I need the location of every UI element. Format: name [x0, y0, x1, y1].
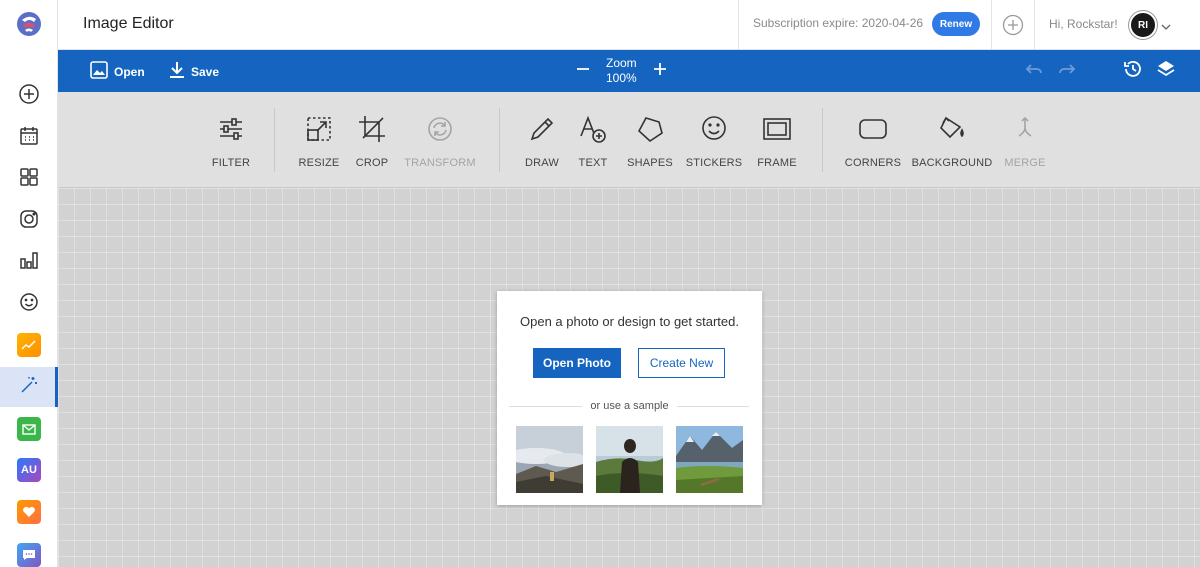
- tools-divider: [822, 108, 823, 172]
- polygon-icon: [637, 117, 663, 143]
- plus-icon: [653, 62, 667, 81]
- chat-icon: [17, 543, 41, 567]
- sidebar-item-create[interactable]: [0, 76, 58, 116]
- sidebar-item-grid[interactable]: [0, 159, 58, 199]
- sidebar-item-calendar[interactable]: [0, 118, 58, 158]
- plus-circle-icon: [18, 83, 40, 110]
- instagram-icon: [18, 208, 40, 235]
- undo-button[interactable]: [1024, 61, 1044, 81]
- redo-icon: [1058, 62, 1076, 81]
- sample-image-2[interactable]: [596, 426, 663, 493]
- open-photo-button[interactable]: Open Photo: [533, 348, 621, 378]
- sidebar-item-analytics[interactable]: [0, 242, 58, 282]
- zoom-indicator: Zoom 100%: [606, 56, 637, 86]
- start-message: Open a photo or design to get started.: [520, 314, 739, 329]
- tool-filter[interactable]: FILTER: [191, 114, 271, 169]
- sidebar-item-trends[interactable]: [0, 325, 58, 365]
- tool-frame[interactable]: FRAME: [737, 114, 817, 169]
- calendar-icon: [18, 125, 40, 152]
- save-button[interactable]: Save: [169, 61, 219, 82]
- sidebar-item-chat[interactable]: [0, 535, 58, 567]
- crop-icon: [359, 116, 385, 142]
- header-divider: [1034, 0, 1035, 50]
- grid-icon: [18, 166, 40, 193]
- add-circle-icon[interactable]: [1002, 14, 1024, 41]
- sidebar-item-instagram[interactable]: [0, 201, 58, 241]
- text-add-icon: [580, 115, 606, 143]
- minus-icon: [576, 62, 590, 81]
- frame-icon: [763, 118, 791, 140]
- tools-divider: [499, 108, 500, 172]
- tool-background[interactable]: BACKGROUND: [912, 114, 992, 169]
- resize-icon: [307, 117, 331, 141]
- paint-bucket-icon: [940, 116, 964, 139]
- history-icon: [1123, 59, 1143, 84]
- rounded-rect-icon: [859, 119, 887, 139]
- page-title: Image Editor: [83, 15, 174, 32]
- subscription-expiry-text: Subscription expire: 2020-04-26: [753, 16, 924, 30]
- header-divider: [991, 0, 992, 50]
- layers-button[interactable]: [1156, 59, 1176, 84]
- heart-icon: [17, 500, 41, 524]
- smiley-icon: [18, 291, 40, 318]
- renew-button[interactable]: Renew: [932, 12, 980, 36]
- mail-icon: [17, 417, 41, 441]
- magic-wand-icon: [18, 374, 40, 401]
- tool-transform[interactable]: TRANSFORM: [400, 114, 480, 169]
- tool-merge[interactable]: MERGE: [985, 114, 1065, 169]
- create-new-button[interactable]: Create New: [638, 348, 725, 378]
- au-badge-icon: AU: [17, 458, 41, 482]
- divider: [677, 406, 749, 407]
- app-logo-icon[interactable]: [15, 10, 43, 38]
- sidebar-item-mail[interactable]: [0, 409, 58, 449]
- layers-icon: [1156, 59, 1176, 84]
- zoom-value: 100%: [606, 71, 637, 85]
- user-greeting: Hi, Rockstar!: [1049, 17, 1118, 31]
- history-button[interactable]: [1123, 59, 1143, 84]
- merge-icon: [1018, 116, 1032, 137]
- left-sidebar: AU: [0, 0, 58, 567]
- open-button[interactable]: Open: [90, 61, 145, 82]
- tools-divider: [274, 108, 275, 172]
- zoom-out-button[interactable]: [573, 61, 593, 81]
- zoom-title: Zoom: [606, 56, 637, 70]
- sidebar-item-favorites[interactable]: [0, 492, 58, 532]
- sidebar-item-image-editor[interactable]: [0, 367, 58, 407]
- editor-toolbar: Open Save Zoom 100%: [58, 50, 1200, 92]
- zoom-in-button[interactable]: [650, 61, 670, 81]
- image-icon: [90, 61, 108, 82]
- redo-button[interactable]: [1057, 61, 1077, 81]
- sliders-icon: [220, 118, 242, 140]
- smiley-icon: [702, 116, 726, 140]
- top-header: Image Editor Subscription expire: 2020-0…: [58, 0, 1200, 50]
- download-icon: [169, 61, 185, 82]
- header-divider: [738, 0, 739, 50]
- tools-panel: FILTER RESIZE CROP TRANSFORM DRAW TEXT S…: [58, 92, 1200, 188]
- bar-chart-icon: [18, 249, 40, 276]
- trend-icon: [17, 333, 41, 357]
- tool-corners[interactable]: CORNERS: [833, 114, 913, 169]
- sample-image-1[interactable]: [516, 426, 583, 493]
- transform-icon: [428, 117, 452, 141]
- undo-icon: [1025, 62, 1043, 81]
- start-card: Open a photo or design to get started. O…: [497, 291, 762, 505]
- sample-image-3[interactable]: [676, 426, 743, 493]
- avatar[interactable]: RI: [1129, 11, 1157, 39]
- sidebar-item-emoji[interactable]: [0, 284, 58, 324]
- chevron-down-icon[interactable]: [1161, 19, 1171, 37]
- sidebar-item-au[interactable]: AU: [0, 450, 58, 490]
